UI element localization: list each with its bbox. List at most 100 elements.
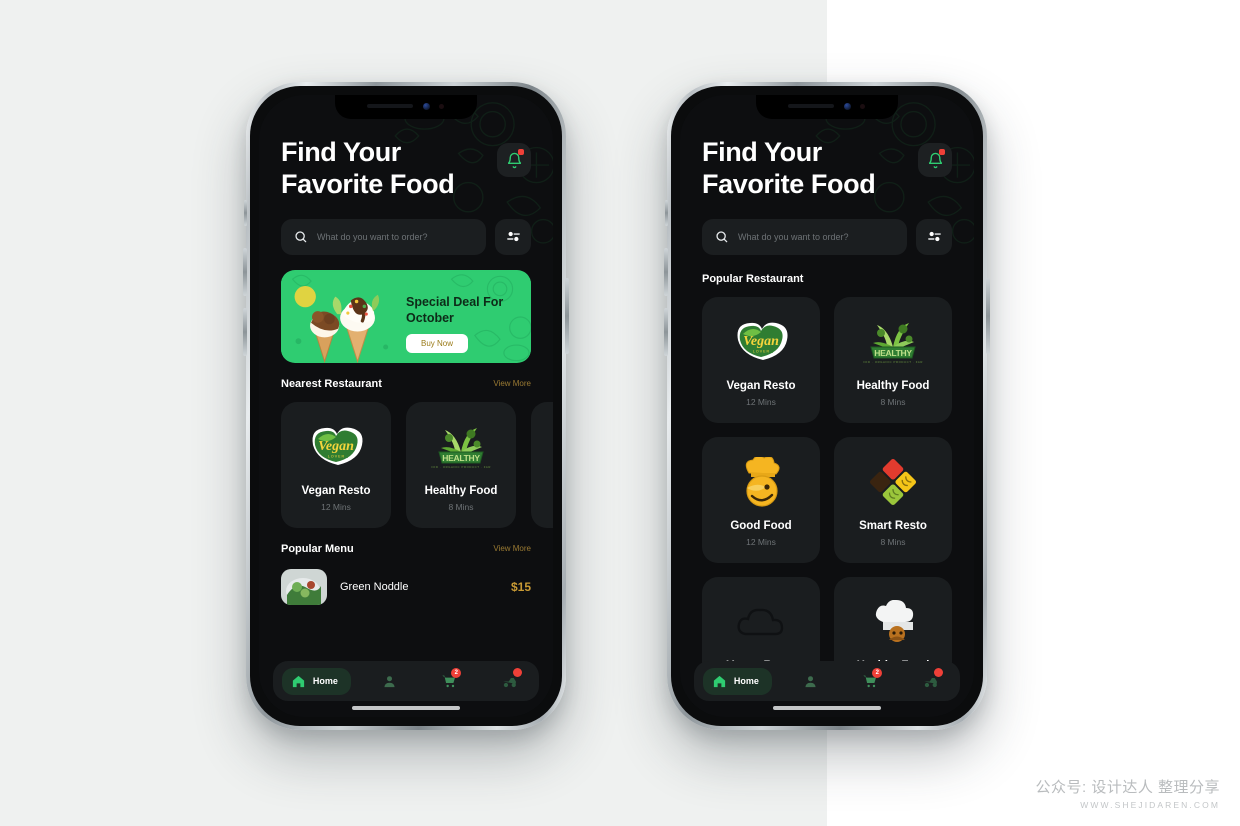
volume-down-button-right[interactable]	[664, 308, 668, 356]
tab-cart[interactable]: 2	[840, 661, 900, 701]
buy-now-button[interactable]: Buy Now	[406, 333, 468, 353]
silent-switch-right[interactable]	[665, 200, 668, 226]
vegan-lover-logo: Vegan LOVER	[312, 427, 363, 465]
person-icon	[384, 675, 395, 687]
restaurant-name: Good Food	[730, 519, 792, 532]
restaurant-delivery-time: 8 Mins	[880, 536, 906, 547]
home-indicator-right[interactable]	[773, 706, 881, 710]
healthy-olive-logo: HEALTHY FOOD · ORGANIC PRODUCT · FARM	[863, 322, 923, 364]
restaurant-card[interactable]: Good Food 12 Mins	[702, 436, 820, 563]
app-content-right: Find Your Favorite Food What do you want…	[680, 95, 974, 717]
tab-profile[interactable]	[781, 661, 841, 701]
phone-bezel-left: Find Your Favorite Food What do you want…	[250, 86, 562, 726]
section-header-popular-restaurant: Popular Restaurant	[702, 273, 952, 285]
tab-home[interactable]: Home	[694, 661, 781, 701]
page-title-line2: Favorite Food	[702, 168, 876, 199]
notification-button[interactable]	[497, 143, 531, 177]
menu-item-price: $15	[510, 579, 531, 594]
restaurant-logo: Vegan LOVER	[289, 421, 383, 473]
volume-down-button-left[interactable]	[243, 308, 247, 356]
app-screen-home-feed: Find Your Favorite Food What do you want…	[259, 95, 553, 717]
search-input[interactable]: What do you want to order?	[281, 218, 486, 255]
page-title: Find Your Favorite Food	[281, 137, 455, 201]
tab-cart[interactable]: 2	[419, 661, 479, 701]
power-button-left[interactable]	[565, 278, 569, 354]
notification-button[interactable]	[918, 143, 952, 177]
svg-text:LOVER: LOVER	[328, 454, 345, 458]
phone-frame-left: Find Your Favorite Food What do you want…	[243, 82, 569, 730]
page-title-line1: Find Your	[702, 137, 822, 167]
restaurant-carousel[interactable]: Vegan LOVER Vegan Resto 12 Mins HEALTHY …	[281, 401, 553, 528]
notch-left	[335, 95, 477, 119]
green-noddle-photo	[281, 568, 327, 605]
tab-home-pill: Home	[702, 667, 772, 695]
restaurant-name: Vegan Resto	[726, 379, 796, 392]
phone-screen-right: Find Your Favorite Food What do you want…	[680, 95, 974, 717]
earpiece-speaker-icon	[788, 104, 834, 108]
svg-text:FOOD · ORGANIC PRODUCT · FARM: FOOD · ORGANIC PRODUCT · FARM	[863, 360, 923, 364]
promo-banner[interactable]: Special Deal For October Buy Now	[281, 269, 531, 363]
section-title: Popular Menu	[281, 542, 354, 555]
filter-button[interactable]	[916, 218, 952, 255]
tab-home[interactable]: Home	[273, 661, 360, 701]
search-row: What do you want to order?	[281, 218, 531, 255]
tab-orders[interactable]	[900, 661, 960, 701]
front-camera-icon	[844, 103, 851, 110]
view-more-link[interactable]: View More	[493, 544, 531, 553]
section-title: Nearest Restaurant	[281, 377, 382, 390]
search-placeholder: What do you want to order?	[317, 231, 428, 242]
banner-title-line2: October	[406, 310, 454, 325]
restaurant-card[interactable]: HEALTHY FOOD · ORGANIC PRODUCT · FARM He…	[834, 296, 952, 423]
restaurant-delivery-time: 8 Mins	[448, 501, 474, 512]
phone-mockup-left: Find Your Favorite Food What do you want…	[243, 82, 569, 730]
restaurant-grid: Vegan LOVER Vegan Resto 12 Mins HEALTHY …	[702, 296, 952, 693]
view-more-link[interactable]: View More	[493, 379, 531, 388]
restaurant-logo	[842, 596, 944, 648]
menu-list-item[interactable]: Green Noddle $15	[281, 568, 531, 605]
tab-orders[interactable]	[479, 661, 539, 701]
notification-badge-dot	[518, 149, 524, 155]
search-input[interactable]: What do you want to order?	[702, 218, 907, 255]
phone-frame-right: Find Your Favorite Food What do you want…	[664, 82, 990, 730]
restaurant-logo	[710, 456, 812, 508]
chef-hat-logo	[875, 599, 914, 642]
cart-badge: 2	[451, 668, 462, 678]
volume-up-button-left[interactable]	[243, 248, 247, 296]
power-button-right[interactable]	[986, 278, 990, 354]
home-icon	[713, 675, 725, 687]
search-icon	[716, 231, 728, 243]
svg-text:HEALTHY: HEALTHY	[874, 348, 912, 358]
page-title-line1: Find Your	[281, 137, 401, 167]
restaurant-card[interactable]: Vegan LOVER Vegan Resto 12 Mins	[281, 401, 391, 528]
silent-switch-left[interactable]	[244, 200, 247, 226]
vegan-lover-logo: Vegan LOVER	[737, 322, 788, 360]
restaurant-card[interactable]: Vegan LOVER Vegan Resto 12 Mins	[702, 296, 820, 423]
home-indicator-left[interactable]	[352, 706, 460, 710]
volume-up-button-right[interactable]	[664, 248, 668, 296]
restaurant-name: Smart Resto	[859, 519, 927, 532]
tab-home-label: Home	[312, 676, 338, 686]
person-icon	[805, 675, 816, 687]
filter-button[interactable]	[495, 218, 531, 255]
healthy-olive-logo: HEALTHY FOOD · ORGANIC PRODUCT · FARM	[431, 427, 491, 469]
notification-badge-dot	[939, 149, 945, 155]
section-header-popular-menu: Popular Menu View More	[281, 543, 531, 555]
proximity-sensor-icon	[860, 104, 865, 109]
watermark-line2: WWW.SHEJIDAREN.COM	[1080, 800, 1220, 810]
restaurant-name: Healthy Food	[424, 484, 498, 497]
restaurant-logo	[842, 456, 944, 508]
restaurant-card-partial[interactable]	[531, 401, 553, 528]
restaurant-card[interactable]: HEALTHY FOOD · ORGANIC PRODUCT · FARM He…	[406, 401, 516, 528]
search-icon	[295, 231, 307, 243]
restaurant-logo	[710, 596, 812, 648]
page-backdrop	[0, 0, 1240, 826]
home-icon	[292, 675, 304, 687]
page-title: Find Your Favorite Food	[702, 137, 876, 201]
menu-item-name: Green Noddle	[340, 580, 409, 593]
watermark-line1: 公众号: 设计达人 整理分享	[1035, 779, 1220, 796]
svg-text:Vegan: Vegan	[318, 439, 354, 454]
svg-text:FOOD · ORGANIC PRODUCT · FARM: FOOD · ORGANIC PRODUCT · FARM	[431, 465, 491, 469]
tab-profile[interactable]	[360, 661, 420, 701]
restaurant-card[interactable]: Smart Resto 8 Mins	[834, 436, 952, 563]
restaurant-delivery-time: 12 Mins	[746, 536, 776, 547]
